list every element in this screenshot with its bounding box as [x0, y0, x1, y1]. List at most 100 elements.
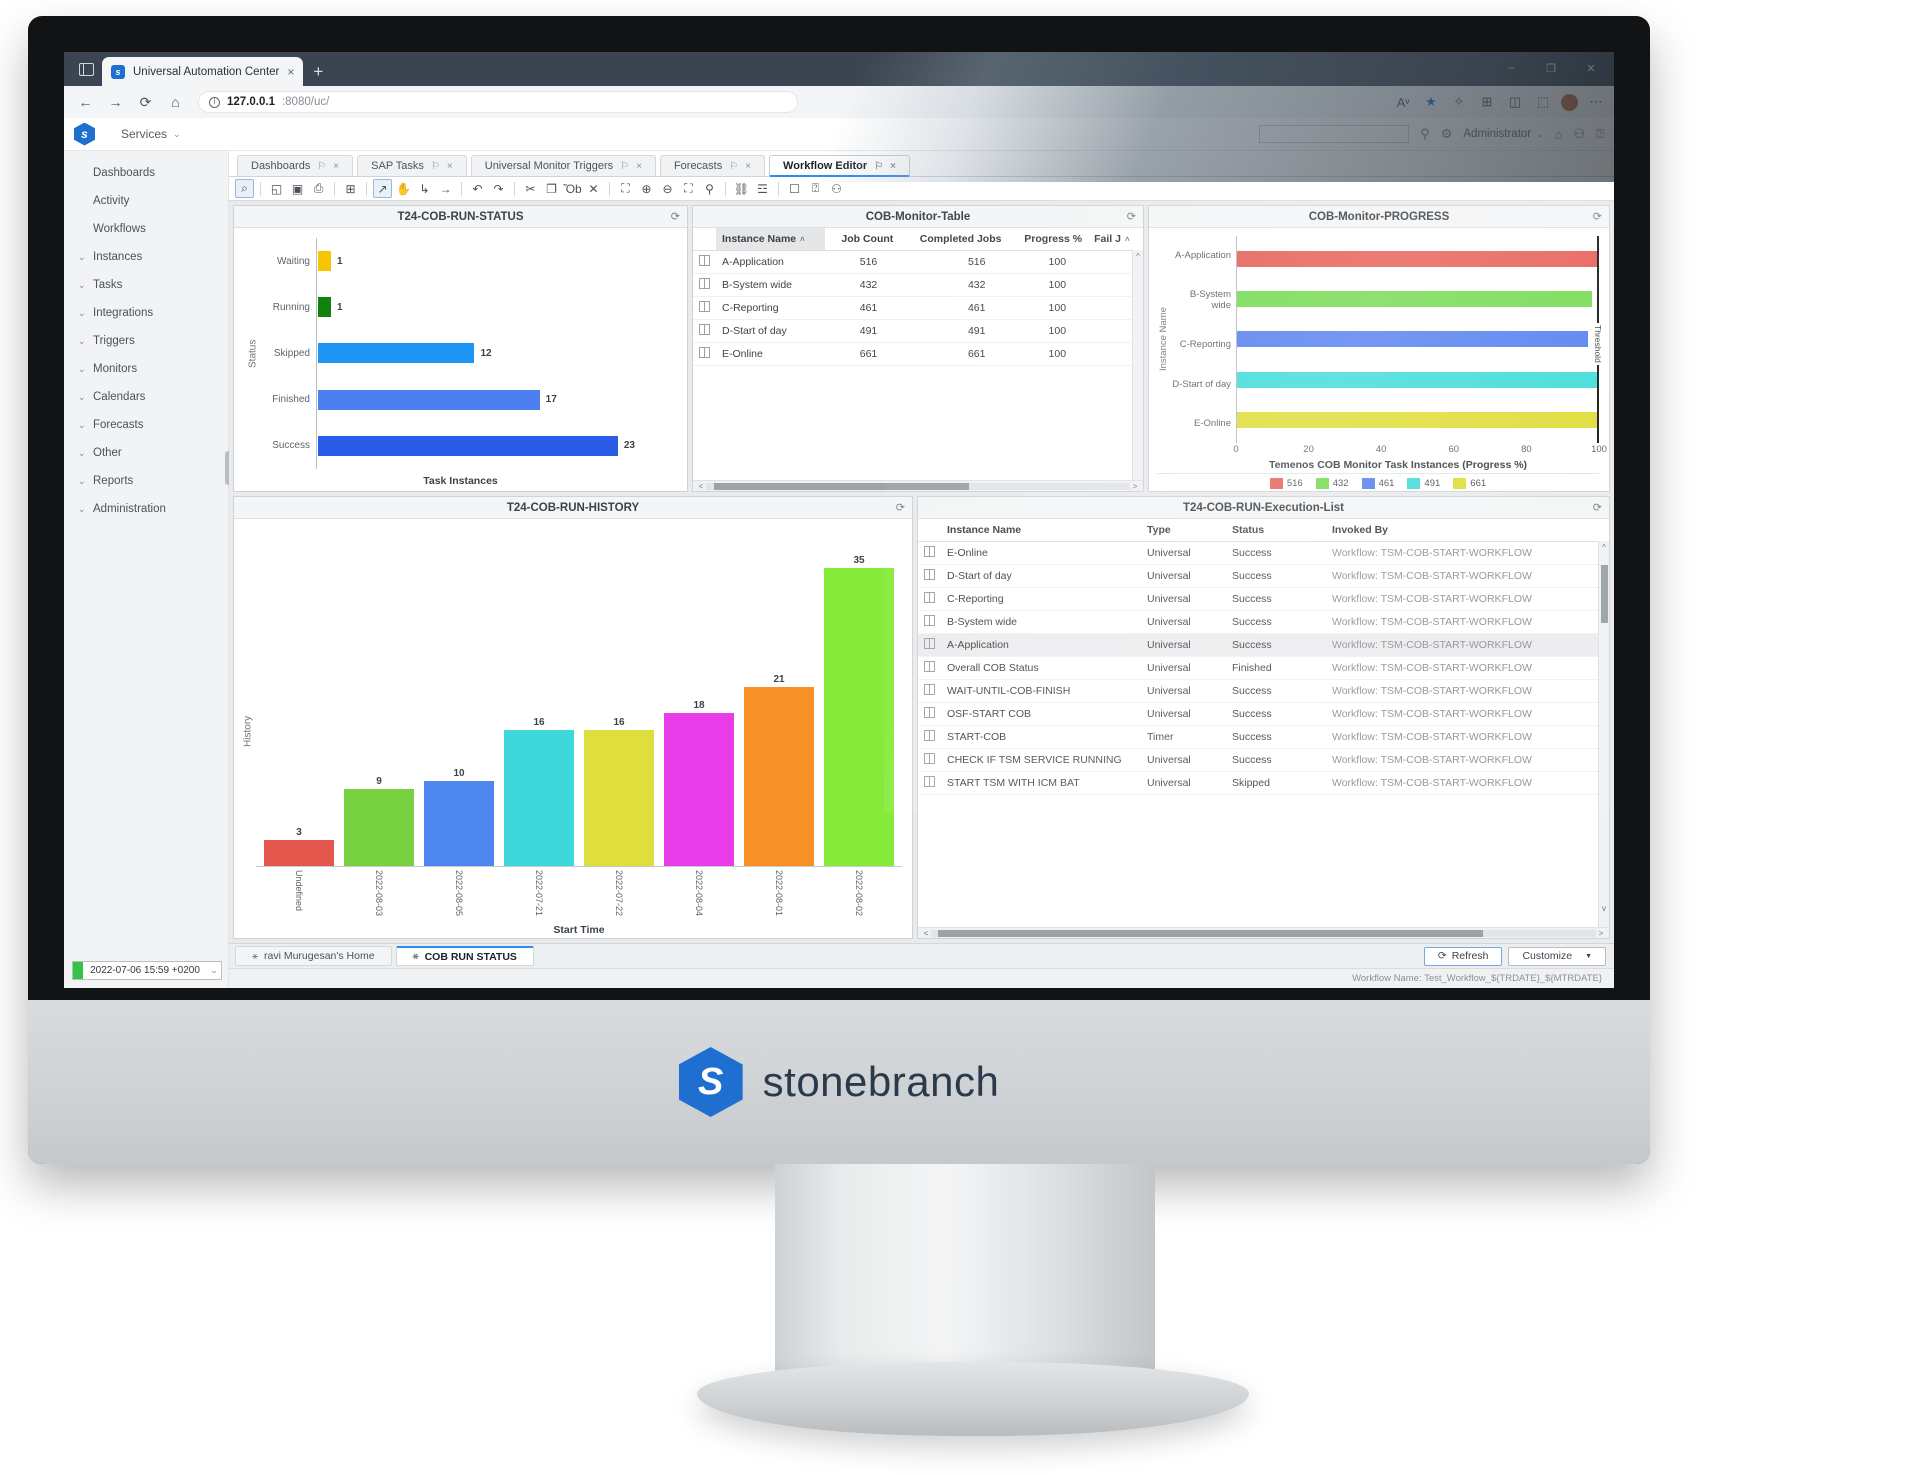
favorite-icon[interactable]: ★	[1421, 92, 1441, 112]
bar[interactable]	[1237, 371, 1599, 388]
row-detail-icon[interactable]	[924, 661, 935, 672]
tab-list-icon[interactable]	[70, 54, 102, 84]
cell-status[interactable]: Success	[1226, 564, 1326, 588]
cell-status[interactable]: Success	[1226, 587, 1326, 611]
column-header-progress-[interactable]: Progress %	[1007, 228, 1089, 251]
sidebar-item-tasks[interactable]: ⌄ Tasks	[64, 271, 228, 299]
layout-graph-icon[interactable]: ⛓	[732, 179, 751, 198]
close-icon[interactable]: ×	[890, 161, 896, 172]
scroll-left-icon[interactable]: <	[921, 929, 931, 938]
monitor-icon[interactable]: ☐	[785, 179, 804, 198]
table-row[interactable]: START-COB Timer Success Workflow: TSM-COB-S…	[918, 725, 1609, 749]
bar[interactable]	[824, 567, 894, 866]
sidebar-item-triggers[interactable]: ⌄ Triggers	[64, 327, 228, 355]
column-header-invoked-by[interactable]: Invoked By	[1326, 519, 1609, 542]
print-icon[interactable]: ⎙	[309, 179, 328, 198]
home-icon[interactable]: ⌂	[1555, 127, 1563, 142]
scroll-thumb[interactable]	[714, 482, 969, 490]
cell-status[interactable]: Success	[1226, 633, 1326, 657]
tab-forecasts[interactable]: Forecasts ⚐ ×	[659, 155, 766, 176]
column-header-instance-name[interactable]: Instance Name	[941, 519, 1141, 542]
zoom-in-icon[interactable]: ⊕	[637, 179, 656, 198]
close-icon[interactable]: ×	[333, 161, 339, 172]
sidebar-item-instances[interactable]: ⌄ Instances	[64, 243, 228, 271]
table-row[interactable]: D-Start of day 491 491 100	[693, 319, 1143, 343]
table-row[interactable]: A-Application Universal Success Workflow: T…	[918, 633, 1609, 657]
bar[interactable]	[318, 251, 332, 272]
extensions-icon[interactable]: ⬚	[1533, 92, 1553, 112]
delete-icon[interactable]: ✕	[584, 179, 603, 198]
user-menu[interactable]: Administrator ⌄	[1463, 128, 1543, 140]
profile-avatar[interactable]	[1561, 93, 1578, 111]
bar[interactable]	[504, 729, 574, 866]
bell-icon[interactable]: ⚇	[1574, 126, 1586, 142]
minimize-icon[interactable]: –	[1492, 56, 1530, 80]
list-horizontal-scrollbar[interactable]: < >	[918, 927, 1609, 938]
legend-item[interactable]: 461	[1361, 478, 1394, 489]
scroll-thumb[interactable]	[937, 929, 1483, 937]
cell-status[interactable]: Success	[1226, 541, 1326, 565]
cut-icon[interactable]: ✂	[521, 179, 540, 198]
table-row[interactable]: A-Application 516 516 100	[693, 250, 1143, 274]
bar[interactable]	[264, 840, 334, 866]
scroll-up-icon[interactable]: ^	[1599, 543, 1609, 552]
row-detail-icon[interactable]	[924, 684, 935, 695]
row-detail-icon[interactable]	[924, 730, 935, 741]
forward-icon[interactable]: →	[102, 90, 129, 115]
more-settings-icon[interactable]: ⋯	[1586, 92, 1606, 112]
refresh-icon[interactable]: ⟳	[1593, 501, 1602, 514]
scroll-track[interactable]	[931, 929, 1596, 937]
table-row[interactable]: Overall COB Status Universal Finished Workf…	[918, 656, 1609, 680]
sidebar-item-reports[interactable]: ⌄ Reports	[64, 467, 228, 495]
legend-item[interactable]: 432	[1315, 478, 1349, 489]
table-row[interactable]: E-Online 661 661 100	[693, 342, 1143, 366]
cell-status[interactable]: Success	[1226, 725, 1326, 749]
scroll-right-icon[interactable]: >	[1596, 929, 1606, 938]
table-row[interactable]: WAIT-UNTIL-COB-FINISH Universal Success Wor…	[918, 679, 1609, 703]
column-header-instance-name[interactable]: Instance Name ˄	[716, 228, 826, 251]
bar[interactable]	[318, 389, 540, 410]
cell-status[interactable]: Finished	[1226, 656, 1326, 680]
reload-icon[interactable]: ⟳	[132, 90, 159, 115]
bar[interactable]	[318, 297, 332, 318]
find-icon[interactable]: ⌕	[235, 179, 254, 198]
column-header-completed-jobs[interactable]: Completed Jobs	[899, 228, 1008, 251]
help-icon[interactable]: ⍰	[806, 179, 825, 198]
pan-hand-icon[interactable]: ✋	[394, 179, 413, 198]
table-horizontal-scrollbar[interactable]: < >	[693, 480, 1143, 491]
row-detail-icon[interactable]	[924, 753, 935, 764]
select-arrow-icon[interactable]: ↗	[373, 179, 392, 198]
table-row[interactable]: CHECK IF TSM SERVICE RUNNING Universal Suc…	[918, 748, 1609, 772]
bar[interactable]	[1237, 291, 1592, 308]
dashboard-tab-ravi-murugesan-s-home[interactable]: ⚹ ravi Murugesan's Home	[235, 946, 392, 966]
app-logo-icon[interactable]: s	[74, 122, 95, 146]
collections-icon[interactable]: ✧	[1449, 92, 1469, 112]
bar[interactable]	[344, 789, 414, 866]
scroll-track[interactable]	[706, 482, 1130, 490]
sidebar-item-calendars[interactable]: ⌄ Calendars	[64, 383, 228, 411]
fullscreen-icon[interactable]: ⛶	[679, 179, 698, 198]
refresh-icon[interactable]: ⟳	[896, 501, 905, 514]
table-row[interactable]: D-Start of day Universal Success Workflow: …	[918, 564, 1609, 588]
sidebar-item-activity[interactable]: Activity	[64, 187, 228, 215]
scroll-up-icon[interactable]: ^	[1133, 252, 1143, 261]
table-row[interactable]: C-Reporting Universal Success Workflow: TSM…	[918, 587, 1609, 611]
row-detail-icon[interactable]	[924, 546, 935, 557]
scroll-right-icon[interactable]: >	[1130, 482, 1140, 491]
bar[interactable]	[1237, 251, 1599, 268]
date-picker[interactable]: 2022-07-06 15:59 +0200 ⌄	[72, 961, 222, 980]
undo-icon[interactable]: ↶	[468, 179, 487, 198]
browser-tab[interactable]: s Universal Automation Center ×	[102, 57, 304, 86]
gear-icon[interactable]: ⚙	[1441, 126, 1453, 142]
tab-workflow-editor[interactable]: Workflow Editor ⚐ ×	[769, 155, 910, 177]
search-icon[interactable]: ⚲	[1420, 126, 1430, 142]
row-detail-icon[interactable]	[699, 347, 710, 358]
bar[interactable]	[744, 687, 814, 866]
refresh-icon[interactable]: ⟳	[671, 210, 680, 223]
column-header-type[interactable]: Type	[1141, 519, 1226, 542]
row-detail-icon[interactable]	[924, 569, 935, 580]
home-icon[interactable]: ⌂	[162, 90, 189, 115]
services-menu[interactable]: Services ⌄	[121, 127, 181, 141]
legend-item[interactable]: 491	[1407, 478, 1440, 489]
straight-connector-icon[interactable]: →	[436, 179, 455, 198]
